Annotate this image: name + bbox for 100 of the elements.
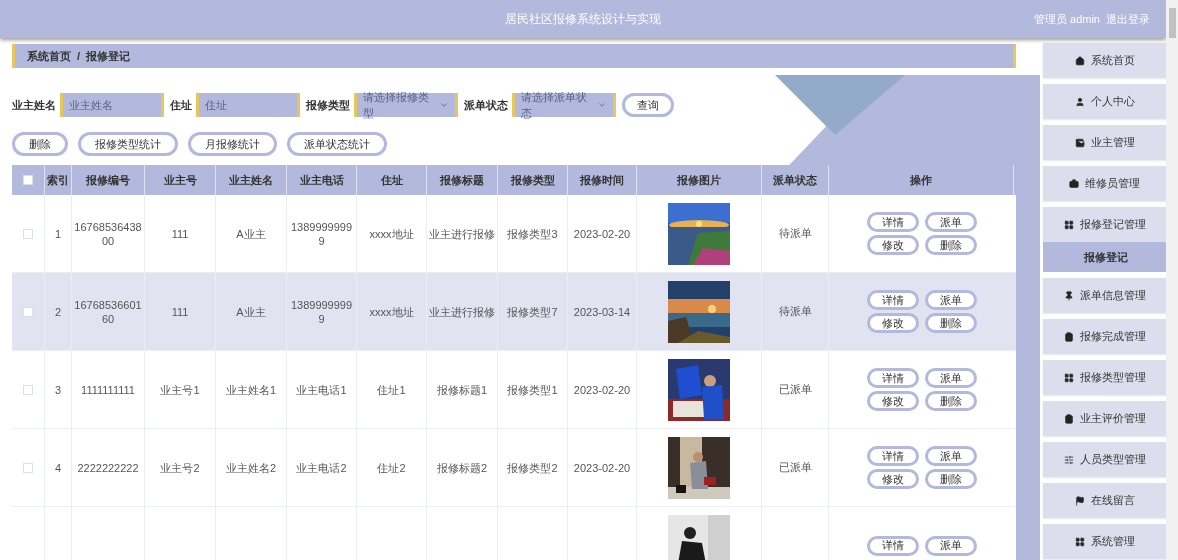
row-action-button[interactable]: 删除 [924, 469, 977, 489]
scrollbar[interactable] [1166, 0, 1178, 560]
column-header: 业主电话 [299, 172, 344, 188]
flag-icon [1074, 495, 1085, 506]
sidebar-item[interactable]: 个人中心 [1043, 84, 1169, 119]
chevron-icon [439, 100, 449, 110]
checkbox[interactable] [23, 228, 33, 239]
row-action-button[interactable]: 派单 [924, 212, 977, 232]
table-cell: 2222222222 [77, 460, 139, 475]
user-icon [1074, 96, 1085, 107]
sidebar-item[interactable]: 报修完成管理 [1043, 319, 1169, 354]
sidebar-item[interactable]: 系统管理 [1043, 524, 1169, 559]
table-cell: 1111111111 [81, 382, 135, 397]
column-header: 操作 [910, 172, 932, 188]
table-cell: 13899999999 [289, 297, 354, 326]
table-cell: 13899999999 [289, 219, 354, 248]
sidebar-item[interactable]: 系统首页 [1043, 43, 1169, 78]
row-action-button[interactable]: 删除 [924, 391, 977, 411]
table-cell: A业主 [236, 226, 266, 241]
clipboard-icon [1063, 331, 1074, 342]
table-cell: 业主电话2 [296, 460, 347, 475]
filter-label: 业主姓名 [12, 97, 56, 113]
table-cell: 报修标题1 [436, 382, 488, 397]
pin-icon [1063, 290, 1074, 301]
action-button[interactable]: 报修类型统计 [78, 132, 178, 156]
home-icon [1074, 55, 1085, 66]
row-action-button[interactable]: 修改 [866, 313, 919, 333]
row-action-button[interactable]: 修改 [866, 235, 919, 255]
table-cell: 2 [54, 304, 62, 319]
status-text: 已派单 [778, 382, 812, 398]
row-action-button[interactable]: 派单 [924, 446, 977, 466]
row-action-button[interactable]: 修改 [866, 469, 919, 489]
row-action-button[interactable]: 派单 [924, 290, 977, 310]
status-text: 待派单 [778, 226, 812, 242]
sidebar-subitem[interactable]: 报修登记 [1043, 242, 1169, 272]
filter-label: 报修类型 [306, 97, 350, 113]
sidebar-item[interactable]: 维修员管理 [1043, 166, 1169, 201]
grid-icon [1074, 536, 1085, 547]
action-button[interactable]: 删除 [12, 132, 68, 156]
breadcrumb-link[interactable]: 系统首页 [27, 47, 71, 65]
column-header: 报修编号 [86, 172, 130, 188]
row-action-button[interactable]: 派单 [924, 535, 977, 556]
sidebar-item[interactable]: 人员类型管理 [1043, 442, 1169, 477]
table-row[interactable]: 2 1676853660160 111 A业主 13899999999 xxxx地址 业主进行报修 报修类型7 2023-03-14 待派单 详情 派单 修改 删除 [12, 273, 1016, 351]
checkbox[interactable] [23, 462, 33, 473]
action-button[interactable]: 派单状态统计 [287, 132, 387, 156]
table-cell: 2023-02-20 [573, 460, 631, 475]
grid-icon [1063, 219, 1074, 230]
row-action-button[interactable]: 派单 [924, 368, 977, 388]
filter-label: 住址 [170, 97, 192, 113]
checkbox[interactable] [23, 306, 33, 317]
table-cell: 报修类型2 [507, 460, 558, 475]
table-cell: A业主 [236, 304, 266, 319]
sidebar-item[interactable]: 报修类型管理 [1043, 360, 1169, 395]
row-action-button[interactable]: 详情 [866, 446, 919, 466]
row-action-button[interactable]: 修改 [866, 391, 919, 411]
status-text: 已派单 [778, 460, 812, 476]
table-cell: 业主进行报修 [429, 304, 495, 319]
row-action-button[interactable]: 详情 [866, 212, 919, 232]
row-action-button[interactable]: 详情 [866, 290, 919, 310]
app-title: 居民社区报修系统设计与实现 [505, 11, 661, 28]
row-action-button[interactable]: 详情 [866, 368, 919, 388]
sidebar-item[interactable]: 业主管理 [1043, 125, 1169, 160]
table-cell: 业主姓名1 [225, 382, 277, 397]
table-cell: 报修类型3 [507, 226, 558, 241]
checkbox[interactable] [23, 384, 33, 395]
sidebar-item[interactable]: 业主评价管理 [1043, 401, 1169, 436]
clipboard-icon [1063, 413, 1074, 424]
sidebar-item[interactable]: 派单信息管理 [1043, 278, 1169, 313]
search-button[interactable]: 查询 [622, 93, 674, 117]
sliders-icon [1063, 454, 1074, 465]
table-row[interactable]: 3 1111111111 业主号1 业主姓名1 业主电话1 住址1 报修标题1 报修类型1 2023-02-20 已派单 详情 派单 修改 删除 [12, 351, 1016, 429]
table-row[interactable]: 4 2222222222 业主号2 业主姓名2 业主电话2 住址2 报修标题2 报修类型2 2023-02-20 已派单 详情 派单 修改 删除 [12, 429, 1016, 507]
column-header: 业主号 [163, 172, 197, 188]
breadcrumb-current: 报修登记 [86, 48, 131, 64]
table-cell: xxxx地址 [369, 304, 414, 319]
filter-label: 派单状态 [464, 97, 508, 113]
table-cell: 住址2 [377, 460, 406, 475]
table-cell: 业主电话1 [296, 382, 347, 397]
input-field[interactable]: 住址 [196, 93, 300, 117]
column-header: 报修类型 [510, 172, 555, 188]
table-cell: 1676853643800 [74, 219, 142, 248]
column-header: 住址 [380, 172, 403, 188]
column-header: 报修图片 [677, 172, 721, 188]
action-button[interactable]: 月报修统计 [188, 132, 277, 156]
user-label: 管理员 admin [1033, 11, 1100, 27]
table-row[interactable]: 1 1676853643800 111 A业主 13899999999 xxxx地址 业主进行报修 报修类型3 2023-02-20 待派单 详情 派单 修改 删除 [12, 195, 1016, 273]
wallet-icon [1074, 137, 1085, 148]
table-cell: 报修标题2 [436, 460, 488, 475]
table-cell: 业主号2 [160, 460, 200, 475]
row-action-button[interactable]: 详情 [866, 535, 919, 556]
sidebar-item[interactable]: 报修登记管理 [1043, 207, 1169, 242]
table-cell: 业主进行报修 [429, 226, 495, 241]
sidebar-item[interactable]: 在线留言 [1043, 483, 1169, 518]
table-cell: 业主姓名2 [225, 460, 277, 475]
row-action-button[interactable]: 删除 [924, 235, 977, 255]
column-header: 报修时间 [580, 172, 624, 188]
input-field[interactable]: 业主姓名 [60, 93, 164, 117]
row-action-button[interactable]: 删除 [924, 313, 977, 333]
checkbox[interactable] [23, 175, 33, 185]
